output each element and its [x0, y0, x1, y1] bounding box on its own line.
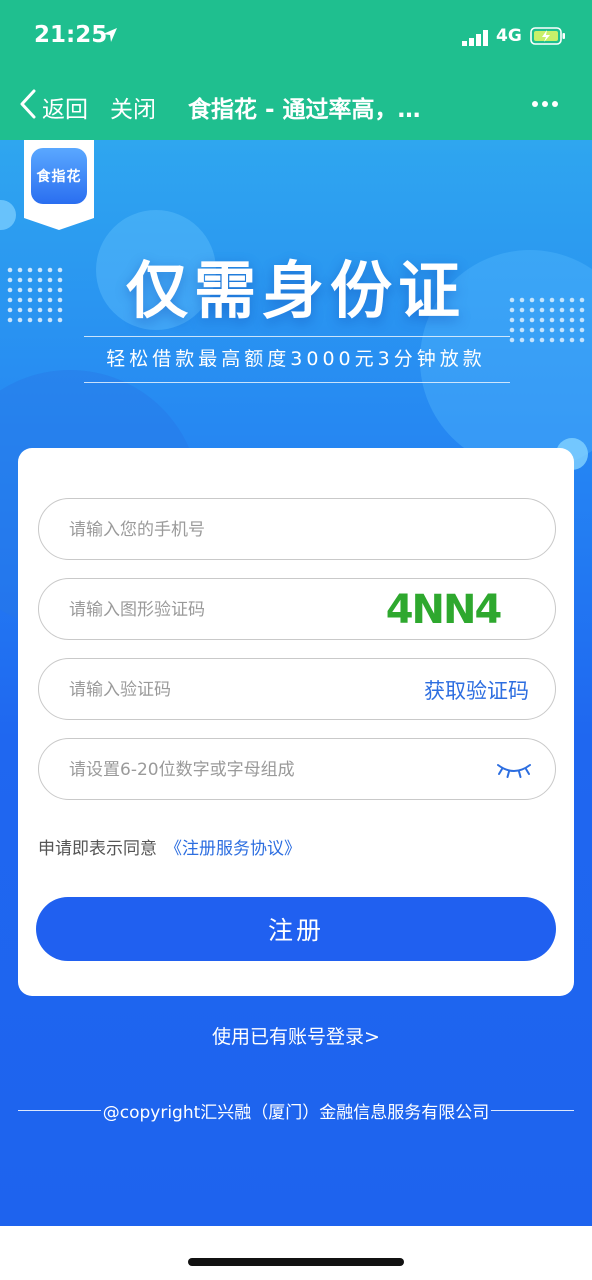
captcha-field: 4NN4 [38, 578, 556, 640]
app-logo-text: 食指花 [36, 169, 82, 185]
decor-blob [0, 200, 16, 230]
get-code-button[interactable]: 获取验证码 [424, 675, 529, 705]
hero-subtitle: 轻松借款最高额度3000元3分钟放款 [106, 348, 486, 370]
phone-field [38, 498, 556, 560]
copyright: @copyright汇兴融（厦门）金融信息服务有限公司 [18, 1098, 575, 1123]
agreement-link[interactable]: 《注册服务协议》 [165, 839, 301, 859]
location-arrow-icon [103, 28, 117, 42]
login-link[interactable]: 使用已有账号登录> [0, 1022, 592, 1049]
close-button[interactable]: 关闭 [110, 90, 156, 124]
captcha-input[interactable] [67, 579, 331, 640]
nav-bar: 返回 关闭 食指花 - 通过率高，… [0, 70, 592, 140]
signal-icon [462, 30, 488, 46]
network-type: 4G [496, 26, 522, 46]
subtitle-top-line [84, 336, 510, 337]
more-options-icon[interactable] [530, 92, 560, 116]
hero-title: 仅需身份证 [125, 254, 466, 327]
status-time: 21:25 [34, 22, 108, 48]
back-chevron-icon[interactable] [18, 88, 38, 120]
home-indicator [188, 1258, 404, 1266]
battery-charging-icon [530, 27, 565, 45]
status-bar: 21:25 4G [0, 0, 592, 70]
register-button[interactable]: 注册 [36, 897, 556, 961]
captcha-text: 4NN4 [386, 587, 501, 633]
copyright-right-line [491, 1109, 575, 1111]
agreement-text: 申请即表示同意 《注册服务协议》 [38, 834, 301, 859]
app-logo: 食指花 [31, 148, 87, 204]
phone-input[interactable] [67, 499, 391, 560]
agreement-prefix: 申请即表示同意 [38, 839, 157, 859]
register-card: 4NN4 获取验证码 申请即表示同意《注册服务协议》 注册 [18, 448, 574, 996]
subtitle-bottom-line [84, 382, 510, 383]
sms-code-field: 获取验证码 [38, 658, 556, 720]
copyright-text: @copyright汇兴融（厦门）金融信息服务有限公司 [102, 1102, 490, 1123]
password-field [38, 738, 556, 800]
sms-code-input[interactable] [67, 659, 371, 720]
password-input[interactable] [67, 739, 391, 800]
captcha-image[interactable]: 4NN4 [383, 585, 503, 633]
eye-closed-icon[interactable] [495, 761, 533, 779]
copyright-left-line [18, 1109, 101, 1111]
page-title: 食指花 - 通过率高，… [188, 97, 421, 123]
back-button[interactable]: 返回 [42, 90, 88, 124]
